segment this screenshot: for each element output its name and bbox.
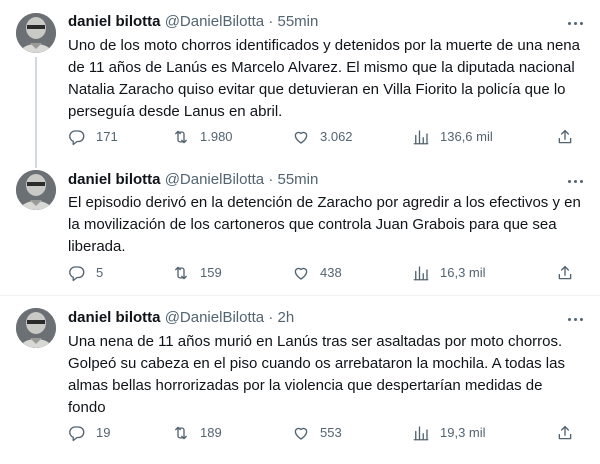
tweet-text: El episodio derivó en la detención de Za… <box>68 194 581 255</box>
tweet-actions: 5 159 438 16,3 mil <box>68 263 588 283</box>
reply-icon <box>69 266 85 282</box>
view-count: 19,3 mil <box>440 425 486 440</box>
share-icon <box>558 265 572 280</box>
like-icon <box>294 267 308 280</box>
thread-connector <box>35 57 37 158</box>
retweet-button[interactable]: 159 <box>172 263 222 283</box>
retweet-button[interactable]: 1.980 <box>172 127 233 147</box>
author-name[interactable]: daniel bilotta <box>68 309 161 326</box>
tweet-header: daniel bilotta @DanielBilotta · 2h <box>68 308 294 328</box>
timestamp[interactable]: 55min <box>277 13 318 30</box>
like-count: 3.062 <box>320 129 353 144</box>
like-button[interactable]: 553 <box>292 423 342 443</box>
reply-icon <box>69 426 85 442</box>
views-icon <box>413 266 429 281</box>
more-icon[interactable] <box>564 14 586 32</box>
reply-button[interactable]: 171 <box>68 127 118 147</box>
share-button[interactable] <box>556 423 574 443</box>
views-icon <box>413 426 429 441</box>
timestamp[interactable]: 55min <box>277 171 318 188</box>
reply-count: 19 <box>96 425 111 440</box>
author-handle[interactable]: @DanielBilotta <box>165 13 264 30</box>
reply-button[interactable]: 5 <box>68 263 103 283</box>
tweet-header: daniel bilotta @DanielBilotta · 55min <box>68 12 318 32</box>
reply-icon <box>69 130 85 146</box>
tweet-actions: 171 1.980 3.062 136,6 mil <box>68 127 588 147</box>
tweet[interactable]: daniel bilotta @DanielBilotta · 55min Un… <box>0 0 600 158</box>
reply-button[interactable]: 19 <box>68 423 110 443</box>
separator: · <box>268 13 274 30</box>
retweet-icon <box>175 426 187 440</box>
retweet-count: 1.980 <box>200 129 233 144</box>
share-icon <box>558 129 572 144</box>
view-count: 16,3 mil <box>440 265 486 280</box>
author-handle[interactable]: @DanielBilotta <box>165 171 264 188</box>
like-icon <box>294 131 308 144</box>
tweet-actions: 19 189 553 19,3 mil <box>68 423 588 443</box>
tweet-header: daniel bilotta @DanielBilotta · 55min <box>68 170 318 190</box>
retweet-count: 159 <box>200 265 222 280</box>
views-icon <box>413 130 429 145</box>
avatar[interactable] <box>16 170 56 210</box>
tweet[interactable]: daniel bilotta @DanielBilotta · 2h Una n… <box>0 296 600 464</box>
tweet-text: Uno de los moto chorros identificados y … <box>68 37 580 120</box>
retweet-icon <box>175 266 187 280</box>
author-handle[interactable]: @DanielBilotta <box>165 309 264 326</box>
like-button[interactable]: 3.062 <box>292 127 353 147</box>
like-count: 553 <box>320 425 342 440</box>
author-name[interactable]: daniel bilotta <box>68 171 161 188</box>
share-icon <box>558 425 572 440</box>
avatar[interactable] <box>16 308 56 348</box>
views-button[interactable]: 136,6 mil <box>412 127 493 147</box>
separator: · <box>268 171 274 188</box>
retweet-count: 189 <box>200 425 222 440</box>
views-button[interactable]: 16,3 mil <box>412 263 486 283</box>
avatar[interactable] <box>16 13 56 53</box>
timestamp[interactable]: 2h <box>277 309 294 326</box>
share-button[interactable] <box>556 263 574 283</box>
author-name[interactable]: daniel bilotta <box>68 13 161 30</box>
retweet-button[interactable]: 189 <box>172 423 222 443</box>
thread-connector <box>35 158 37 168</box>
reply-count: 5 <box>96 265 104 280</box>
reply-count: 171 <box>96 129 118 144</box>
view-count: 136,6 mil <box>440 129 493 144</box>
like-count: 438 <box>320 265 342 280</box>
like-button[interactable]: 438 <box>292 263 342 283</box>
share-button[interactable] <box>556 127 574 147</box>
more-icon[interactable] <box>564 172 586 190</box>
retweet-icon <box>175 130 187 144</box>
like-icon <box>294 427 308 440</box>
views-button[interactable]: 19,3 mil <box>412 423 486 443</box>
tweet[interactable]: daniel bilotta @DanielBilotta · 55min El… <box>0 158 600 296</box>
tweet-feed: daniel bilotta @DanielBilotta · 55min Un… <box>0 0 600 464</box>
tweet-text: Una nena de 11 años murió en Lanús tras … <box>68 333 565 416</box>
more-icon[interactable] <box>564 310 586 328</box>
separator: · <box>268 309 274 326</box>
